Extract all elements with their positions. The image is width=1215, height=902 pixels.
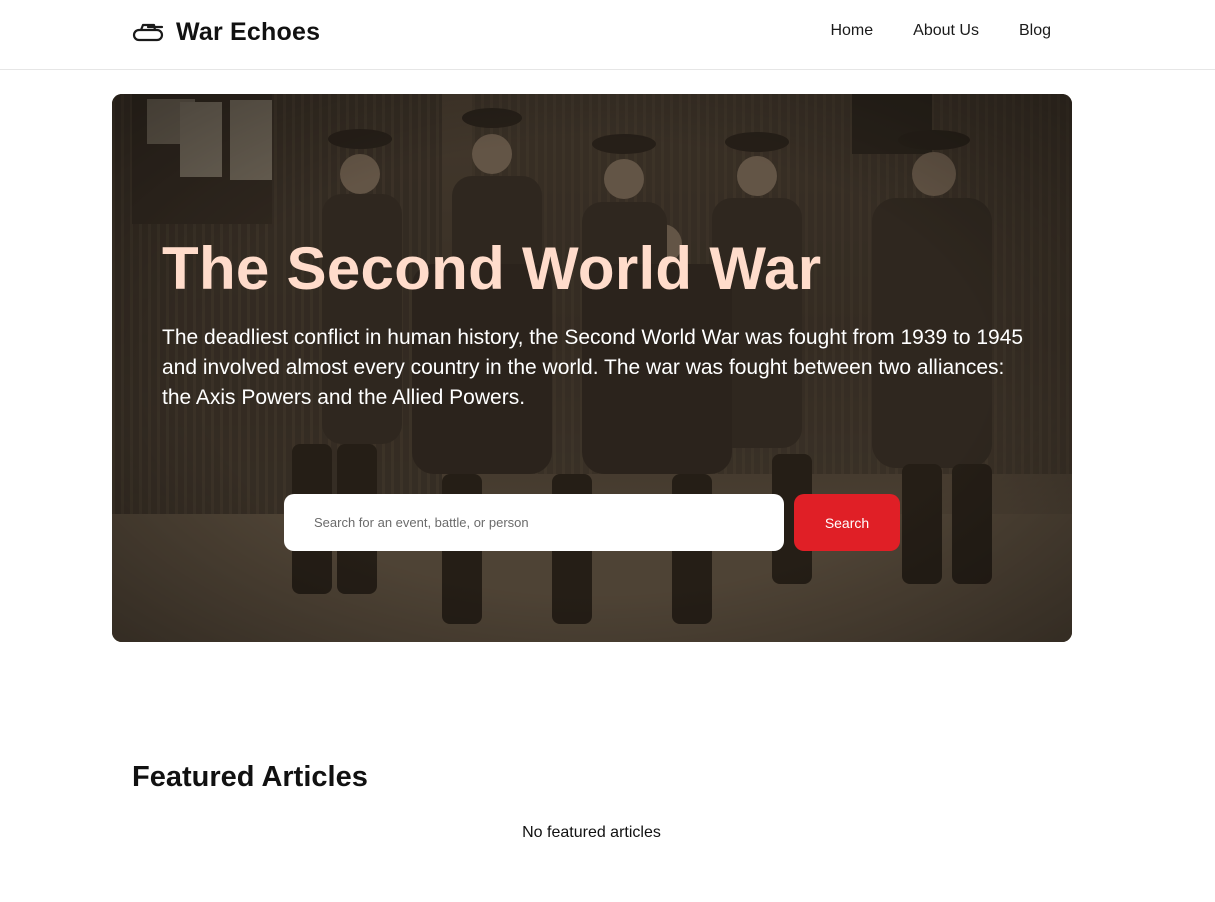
hero-banner: The Second World War The deadliest confl… [112, 94, 1072, 642]
brand[interactable]: War Echoes [132, 14, 320, 50]
featured-articles-heading: Featured Articles [132, 761, 368, 793]
search-input[interactable] [284, 494, 784, 551]
search-button[interactable]: Search [794, 494, 900, 551]
top-navbar: War Echoes Home About Us Blog [0, 0, 1215, 70]
brand-title: War Echoes [176, 17, 321, 46]
nav-about-link[interactable]: About Us [913, 20, 979, 42]
featured-empty-message: No featured articles [522, 824, 661, 841]
hero-description: The deadliest conflict in human history,… [162, 326, 1024, 409]
hero-title: The Second World War [162, 235, 822, 302]
main-nav: Home About Us Blog [830, 20, 1051, 42]
tank-icon [132, 23, 164, 42]
nav-blog-link[interactable]: Blog [1019, 20, 1051, 42]
nav-home-link[interactable]: Home [830, 20, 873, 42]
